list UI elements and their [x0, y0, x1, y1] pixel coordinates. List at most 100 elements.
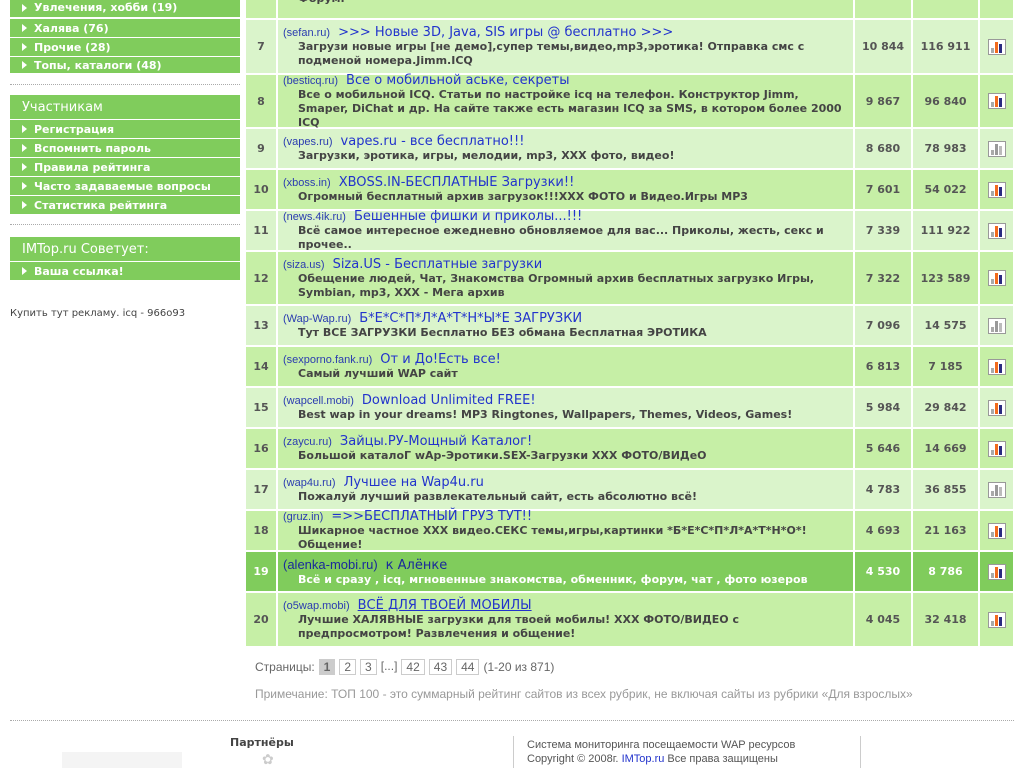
hosts-today: 8 680	[855, 129, 913, 168]
copyright: Copyright © 2008г.	[527, 753, 619, 765]
site-title-link[interactable]: ВСЁ ДЛЯ ТВОЕЙ МОБИЛЫ	[358, 598, 532, 613]
sidebar-category-item[interactable]: Топы, каталоги (48)	[10, 57, 240, 74]
site-domain[interactable]: (sefan.ru)	[283, 27, 330, 39]
stats-cell	[980, 470, 1013, 509]
stats-chart-icon[interactable]	[987, 222, 1006, 239]
stats-chart-icon[interactable]	[987, 611, 1006, 628]
site-domain[interactable]: (Wap-Wap.ru)	[283, 313, 351, 325]
page-link[interactable]: 3	[360, 659, 377, 675]
sidebar-member-item[interactable]: Регистрация	[10, 120, 240, 139]
site-description: Загрузки, эротика, игры, мелодии, mp3, X…	[298, 149, 675, 162]
sidebar-advice-item[interactable]: Ваша ссылка!	[10, 262, 240, 281]
site-description: Все о мобильной ICQ. Статьи по настройке…	[298, 87, 842, 129]
stats-cell	[980, 306, 1013, 345]
site-title-link[interactable]: >>> Новые 3D, Java, SIS игры @ бесплатно…	[338, 25, 673, 40]
site-title-line: (news.4ik.ru) Бешенные фишки и приколы...…	[283, 209, 582, 224]
site-title-link[interactable]: Б*Е*С*П*Л*А*Т*Н*Ы*Е ЗАГРУЗКИ	[359, 311, 582, 326]
site-domain[interactable]: (o5wap.mobi)	[283, 600, 350, 612]
site-title-link[interactable]: Download Unlimited FREE!	[362, 393, 536, 408]
item-label: Увлечения, хобби (19)	[34, 1, 178, 14]
sidebar-member-item[interactable]: Правила рейтинга	[10, 158, 240, 177]
stats-chart-icon[interactable]	[987, 358, 1006, 375]
stats-chart-icon[interactable]	[987, 317, 1006, 334]
hits-today: 116 911	[913, 20, 980, 73]
brand-link[interactable]: IMTop.ru	[622, 753, 665, 765]
partners-heading: Партнёры	[230, 736, 294, 749]
triangle-right-icon	[22, 201, 27, 209]
sidebar-member-item[interactable]: Часто задаваемые вопросы	[10, 177, 240, 196]
stats-cell	[980, 0, 1013, 18]
rank: 12	[246, 252, 278, 304]
site-description: Самый лучший WAP сайт	[298, 367, 458, 380]
site-title-link[interactable]: Siza.US - Бесплатные загрузки	[333, 257, 543, 272]
stats-chart-icon[interactable]	[987, 38, 1006, 55]
ad-text[interactable]: Купить тут рекламу. icq - 966o93	[10, 308, 185, 319]
stats-chart-icon[interactable]	[987, 481, 1006, 498]
partner-logo[interactable]: ✿	[262, 752, 302, 768]
site-description: Всё самое интересное ежедневно обновляем…	[298, 224, 824, 251]
hosts-today: 5 984	[855, 388, 913, 427]
table-row: 18 (gruz.in) =>>БЕСПЛАТНЫЙ ГРУЗ ТУТ!! Шикар…	[246, 509, 1013, 552]
stats-cell	[980, 511, 1013, 550]
site-domain[interactable]: (vapes.ru)	[283, 136, 333, 148]
sidebar-category-item[interactable]: Халява (76)	[10, 19, 240, 38]
site-domain[interactable]: (alenka-mobi.ru)	[283, 557, 378, 572]
stats-chart-icon[interactable]	[987, 440, 1006, 457]
site-title-link[interactable]: =>>БЕСПЛАТНЫЙ ГРУЗ ТУТ!!	[331, 509, 532, 524]
sidebar-member-item[interactable]: Статистика рейтинга	[10, 196, 240, 215]
item-label: Статистика рейтинга	[34, 198, 168, 212]
site-title-link[interactable]: От и До!Есть все!	[380, 352, 501, 367]
table-row: 8 (besticq.ru) Все о мобильной аське, секр…	[246, 73, 1013, 129]
site-domain[interactable]: (wap4u.ru)	[283, 477, 336, 489]
sidebar-member-item[interactable]: Вспомнить пароль	[10, 139, 240, 158]
hits-today: 14 575	[913, 306, 980, 345]
hits-today: 36 855	[913, 470, 980, 509]
sidebar-category-item[interactable]: Прочие (28)	[10, 38, 240, 57]
site-domain[interactable]: (wapcell.mobi)	[283, 395, 354, 407]
site-title-line: (o5wap.mobi) ВСЁ ДЛЯ ТВОЕЙ МОБИЛЫ	[283, 598, 532, 613]
site-title-link[interactable]: XBOSS.IN-БЕСПЛАТНЫЕ Загрузки!!	[339, 175, 575, 190]
page-link[interactable]: 42	[401, 659, 425, 675]
site-domain[interactable]: (besticq.ru)	[283, 75, 338, 87]
site-info: (sexporno.fank.ru) От и До!Есть все! Самый…	[278, 347, 855, 386]
site-domain[interactable]: (siza.us)	[283, 259, 325, 271]
site-title-link[interactable]: Все о мобильной аське, секреты	[346, 73, 570, 88]
stats-chart-icon[interactable]	[987, 563, 1006, 580]
site-title-link[interactable]: vapes.ru - все бесплатно!!!	[341, 134, 525, 149]
hits-today: 96 840	[913, 75, 980, 127]
hosts-today: 5 646	[855, 429, 913, 468]
rank: 10	[246, 170, 278, 209]
stats-chart-icon[interactable]	[987, 140, 1006, 157]
stats-chart-icon[interactable]	[987, 181, 1006, 198]
site-domain[interactable]: (xboss.in)	[283, 177, 331, 189]
stats-cell	[980, 552, 1013, 591]
partner-banner[interactable]	[62, 752, 182, 768]
site-description: Мобильный ICQ клиент для телефонов. Onli…	[283, 0, 848, 6]
stats-cell	[980, 429, 1013, 468]
page-link[interactable]: 43	[428, 659, 453, 675]
stats-cell	[980, 347, 1013, 386]
sidebar-category-item[interactable]: Увлечения, хобби (19)	[10, 0, 240, 18]
site-title-link[interactable]: Зайцы.РУ-Мощный Каталог!	[340, 434, 532, 449]
site-domain[interactable]: (gruz.in)	[283, 511, 323, 523]
stats-chart-icon[interactable]	[987, 522, 1006, 539]
item-label: Часто задаваемые вопросы	[34, 179, 211, 193]
site-title-link[interactable]: к Алёнке	[386, 558, 448, 573]
site-title-line: (vapes.ru) vapes.ru - все бесплатно!!!	[283, 134, 524, 149]
stats-chart-icon[interactable]	[987, 270, 1006, 286]
stats-cell	[980, 129, 1013, 168]
page-link[interactable]: 1	[318, 659, 336, 675]
triangle-right-icon	[22, 182, 27, 190]
site-title-link[interactable]: Лучшее на Wap4u.ru	[344, 475, 484, 490]
site-domain[interactable]: (news.4ik.ru)	[283, 211, 346, 223]
stats-chart-icon[interactable]	[987, 399, 1006, 416]
page-link[interactable]: 44	[456, 659, 480, 675]
site-domain[interactable]: (sexporno.fank.ru)	[283, 354, 372, 366]
stats-cell	[980, 20, 1013, 73]
stats-chart-icon[interactable]	[987, 93, 1006, 109]
pager-label: Страницы:	[255, 660, 315, 674]
page-link[interactable]: 2	[339, 659, 357, 675]
table-row: 20 (o5wap.mobi) ВСЁ ДЛЯ ТВОЕЙ МОБИЛЫ Лучшие…	[246, 593, 1013, 648]
site-domain[interactable]: (zaycu.ru)	[283, 436, 332, 448]
site-title-link[interactable]: Бешенные фишки и приколы...!!!	[354, 209, 582, 224]
